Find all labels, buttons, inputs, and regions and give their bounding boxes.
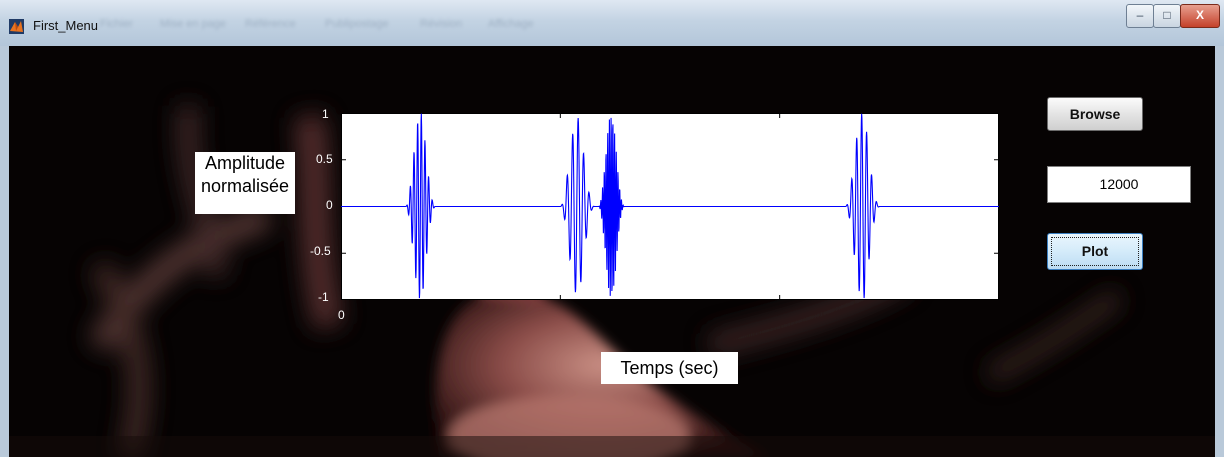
y-axis-label-line2: normalisée [200, 176, 290, 196]
window-border-right [1215, 46, 1224, 457]
y-tick-label: -1 [318, 290, 329, 304]
menu-item-ghost: Publipostage [325, 18, 389, 30]
close-button[interactable]: X [1180, 4, 1220, 28]
matlab-logo-icon [9, 19, 24, 34]
y-tick-label: 0.5 [316, 152, 333, 166]
signal-plot-axes[interactable] [341, 112, 999, 301]
title-bar[interactable]: First_Menu Fichier Mise en page Référenc… [0, 0, 1224, 47]
signal-plot [341, 112, 999, 301]
maximize-icon: □ [1163, 8, 1171, 22]
close-icon: X [1195, 8, 1204, 22]
menu-item-ghost: Fichier [100, 18, 134, 30]
y-tick-label: -0.5 [310, 244, 331, 258]
x-axis-label: Temps (sec) [601, 352, 738, 384]
window-border-left [0, 46, 9, 457]
value-input[interactable]: 12000 [1047, 166, 1191, 203]
plot-button[interactable]: Plot [1047, 233, 1143, 270]
browse-button[interactable]: Browse [1047, 97, 1143, 131]
matlab-figure-window: First_Menu Fichier Mise en page Référenc… [0, 0, 1224, 457]
menu-item-ghost: Mise en page [160, 18, 227, 30]
menu-item-ghost: Révision [420, 18, 463, 30]
y-tick-label: 0 [326, 198, 333, 212]
y-axis-label: Amplitude normalisée [195, 152, 295, 214]
window-title: First_Menu [33, 18, 99, 33]
y-axis-label-line1: Amplitude [204, 153, 286, 173]
y-tick-label: 1 [322, 107, 329, 121]
minimize-button[interactable]: – [1126, 4, 1154, 28]
focus-ring [1051, 237, 1139, 266]
menu-item-ghost: Référence [245, 18, 296, 30]
menu-item-ghost: Affichage [488, 18, 534, 30]
maximize-button[interactable]: □ [1153, 4, 1181, 28]
minimize-icon: – [1136, 8, 1144, 22]
x-tick-label: 0 [338, 308, 345, 322]
